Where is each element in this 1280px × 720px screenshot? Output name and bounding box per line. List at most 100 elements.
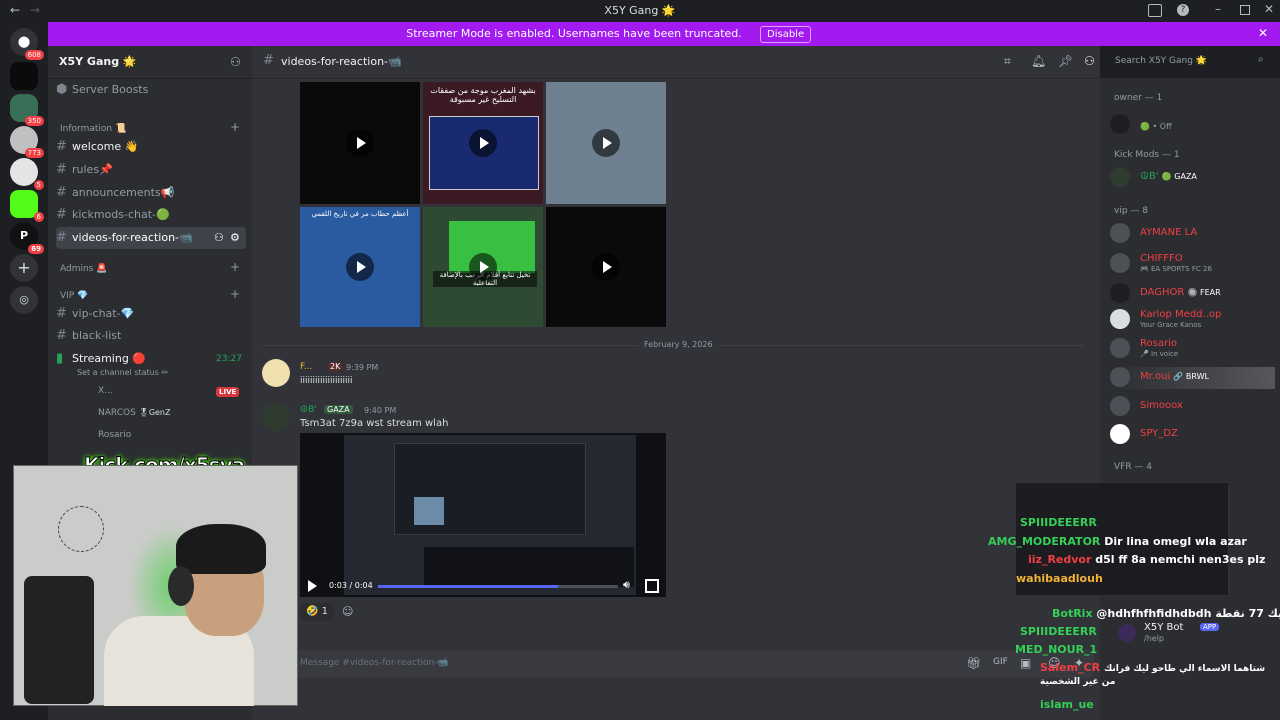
video-thumbnail[interactable] bbox=[300, 82, 420, 204]
avatar bbox=[1110, 367, 1130, 387]
video-thumbnail[interactable] bbox=[546, 207, 666, 327]
voice-user[interactable]: X... bbox=[98, 386, 113, 396]
bell-icon[interactable]: 🔔︎ bbox=[1031, 54, 1046, 68]
channel-kickmods[interactable]: # kickmods-chat-🟢 bbox=[56, 204, 246, 226]
message-author[interactable]: ☮B' bbox=[300, 405, 317, 415]
member-item[interactable]: Mr.oui 🔗 BRWL bbox=[1110, 367, 1275, 389]
volume-icon[interactable]: 🔊︎ bbox=[623, 578, 630, 592]
member-item[interactable]: 🟢 • Off bbox=[1110, 114, 1275, 136]
server-icon[interactable]: 773 bbox=[10, 126, 44, 158]
overlay-chat-line: iiz_Redvor d5l ff 8a nemchi nen3es plz bbox=[1028, 553, 1266, 566]
channel-header: # videos-for-reaction-📹 ⌗ 🔔︎ 📌︎ ⚇ bbox=[252, 46, 1100, 79]
beanie bbox=[176, 524, 266, 574]
add-server-icon[interactable]: + bbox=[10, 254, 38, 282]
bot-command: /help bbox=[1144, 634, 1164, 643]
overlay-chat: SPIIIDEEERR AMG_MODERATOR Dir lina omegl… bbox=[940, 512, 1280, 720]
banner-message: Streamer Mode is enabled. Usernames have… bbox=[406, 27, 742, 40]
add-member-icon[interactable]: ⚇ bbox=[230, 55, 241, 69]
member-item[interactable]: Rosario 🎤 In voice bbox=[1110, 338, 1275, 360]
search-input[interactable]: Search X5Y Gang 🌟 ⌕ bbox=[1110, 53, 1274, 71]
channel-rules[interactable]: # rules📌 bbox=[56, 159, 246, 181]
disable-button[interactable]: Disable bbox=[760, 26, 812, 43]
member-item[interactable]: AYMANE LA bbox=[1110, 223, 1275, 245]
channel-videos-for-reaction[interactable]: # videos-for-reaction-📹 ⚇ ⚙ bbox=[56, 227, 246, 249]
message-author[interactable]: F... bbox=[300, 362, 312, 372]
channel-welcome[interactable]: # welcome 👋 bbox=[56, 136, 246, 158]
play-icon bbox=[346, 253, 374, 281]
close-banner-icon[interactable]: ✕ bbox=[1258, 26, 1268, 40]
video-progress-fill bbox=[378, 585, 558, 588]
video-timeline bbox=[424, 547, 634, 587]
live-badge: LIVE bbox=[216, 387, 240, 397]
member-item[interactable]: ☮B' 🟢 GAZA bbox=[1110, 167, 1275, 189]
voice-user[interactable]: Rosario bbox=[98, 430, 131, 440]
server-icon[interactable] bbox=[10, 62, 38, 90]
home-button[interactable]: ⬤ 608 bbox=[10, 28, 44, 60]
video-thumbnail[interactable]: تخيل تتابع أفلام الرعب بالإضافة التفاعلي… bbox=[423, 207, 543, 327]
server-header[interactable]: X5Y Gang 🌟 ⌄ ⚇ bbox=[48, 46, 252, 79]
message-time: 9:39 PM bbox=[346, 363, 379, 372]
video-thumbnail[interactable]: بشهد المغرب موجة من صفقات التسليح غير مس… bbox=[423, 82, 543, 204]
threads-icon[interactable]: ⌗ bbox=[1004, 54, 1011, 69]
overlay-chat-line: AMG_MODERATOR Dir lina omegl wla azar bbox=[988, 535, 1247, 548]
voice-channel-streaming[interactable]: ▮ Streaming 🔴 23:27 bbox=[56, 348, 246, 370]
invite-icon[interactable]: ⚇ bbox=[214, 227, 224, 249]
channel-vip-chat[interactable]: # vip-chat-💎 bbox=[56, 303, 246, 325]
fullscreen-icon[interactable] bbox=[645, 579, 659, 593]
window-title: X5Y Gang 🌟 bbox=[604, 4, 676, 17]
maximize-icon[interactable] bbox=[1240, 5, 1250, 15]
discover-icon[interactable]: ◎ bbox=[10, 286, 38, 314]
server-icon-x5y[interactable]: 350 bbox=[10, 94, 44, 126]
gear-icon[interactable]: ⚙ bbox=[230, 227, 240, 249]
server-boosts[interactable]: ⬢ Server Boosts bbox=[56, 79, 246, 101]
channel-announcements[interactable]: # announcements📢 bbox=[56, 182, 246, 204]
close-window-icon[interactable]: ✕ bbox=[1264, 2, 1274, 16]
overlay-chat-line: islam_ue bbox=[1040, 698, 1094, 711]
thumbnail-caption: بشهد المغرب موجة من صفقات التسليح غير مس… bbox=[430, 86, 536, 104]
play-button[interactable] bbox=[308, 580, 317, 592]
speaker-icon: ▮ bbox=[56, 351, 64, 366]
video-player[interactable]: 0:03 / 0:04 🔊︎ bbox=[300, 433, 666, 597]
member-item[interactable]: Simooox bbox=[1110, 396, 1275, 418]
pin-icon[interactable]: 📌︎ bbox=[1058, 54, 1073, 68]
add-reaction-icon[interactable]: ☺ bbox=[342, 605, 353, 618]
chevron-down-icon: ⌄ bbox=[124, 54, 133, 65]
category-information[interactable]: Information 📜 bbox=[60, 124, 126, 134]
server-icon[interactable]: 5 bbox=[10, 158, 44, 190]
overlay-chat-line: Salem_CR شتاهما الاسماء الي طاحو ليك فرا… bbox=[1040, 661, 1266, 687]
channel-black-list[interactable]: # black-list bbox=[56, 325, 246, 347]
video-thumbnail[interactable] bbox=[546, 82, 666, 204]
category-vip[interactable]: VIP 💎 bbox=[60, 291, 88, 301]
hash-icon: # bbox=[56, 207, 67, 222]
reaction-pill[interactable]: 🤣 1 bbox=[300, 603, 335, 621]
avatar[interactable] bbox=[262, 403, 290, 431]
channel-status[interactable]: Set a channel status ✏ bbox=[77, 368, 168, 377]
server-icon[interactable]: 6 bbox=[10, 190, 44, 222]
members-icon[interactable]: ⚇ bbox=[1084, 54, 1095, 68]
add-channel-icon[interactable]: + bbox=[230, 260, 240, 274]
video-thumbnail[interactable]: أعظم حطاب مر في تاريخ اللقمي bbox=[300, 207, 420, 327]
play-icon bbox=[346, 129, 374, 157]
member-activity: 🎮 EA SPORTS FC 26 bbox=[1140, 265, 1212, 273]
bot-name: X5Y Bot bbox=[1144, 622, 1184, 633]
member-item[interactable]: Karlop Medd..op Your Grace Kanos bbox=[1110, 309, 1275, 331]
play-icon bbox=[592, 129, 620, 157]
help-icon[interactable]: ? bbox=[1177, 4, 1189, 16]
add-channel-icon[interactable]: + bbox=[230, 287, 240, 301]
play-icon bbox=[469, 253, 497, 281]
avatar[interactable] bbox=[262, 359, 290, 387]
hash-icon: # bbox=[56, 230, 67, 245]
member-item[interactable]: DAGHOR 🔘 FEAR bbox=[1110, 283, 1275, 305]
thumbnail-caption: أعظم حطاب مر في تاريخ اللقمي bbox=[311, 210, 409, 218]
member-item[interactable]: CHIFFFO 🎮 EA SPORTS FC 26 bbox=[1110, 253, 1275, 275]
add-channel-icon[interactable]: + bbox=[230, 120, 240, 134]
play-icon bbox=[592, 253, 620, 281]
wall-clock-icon bbox=[58, 506, 104, 552]
voice-user[interactable]: NARCOS 🎖GenZ bbox=[98, 408, 170, 418]
category-admins[interactable]: Admins 🚨 bbox=[60, 264, 107, 274]
video-frame bbox=[344, 435, 636, 595]
server-icon[interactable]: P 69 bbox=[10, 222, 44, 254]
member-item[interactable]: SPY_DZ bbox=[1110, 424, 1275, 446]
inbox-icon[interactable] bbox=[1148, 4, 1162, 17]
minimize-icon[interactable]: – bbox=[1215, 2, 1221, 16]
